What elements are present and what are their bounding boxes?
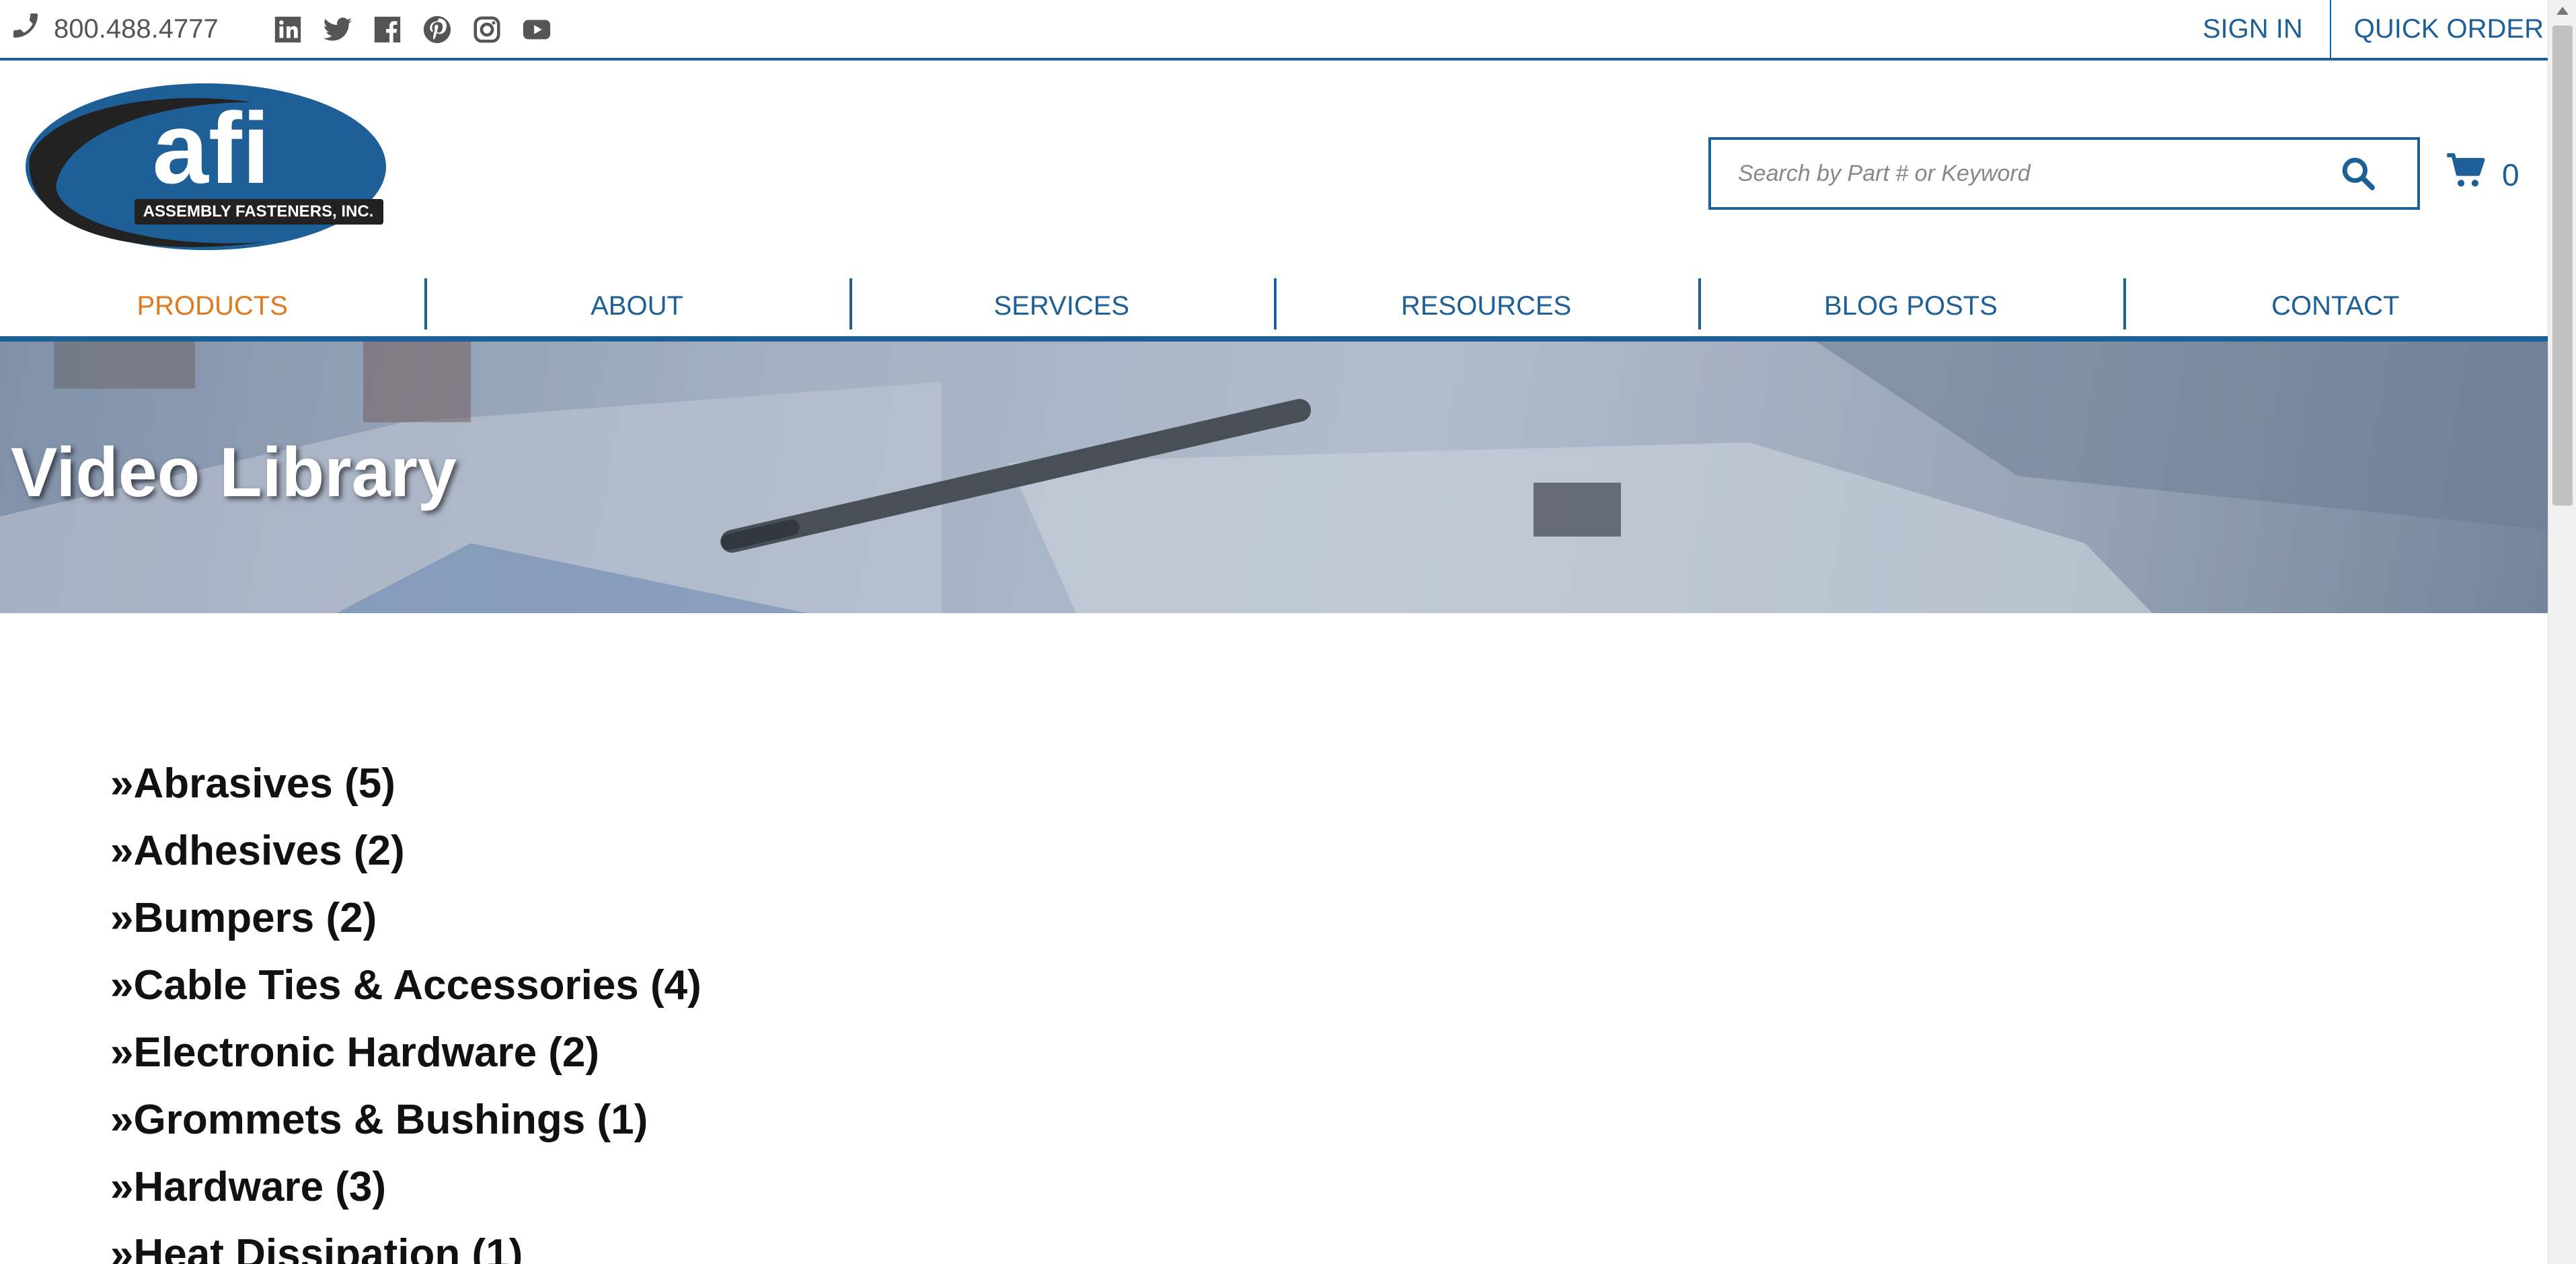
logo-text: afi: [152, 91, 270, 204]
nav-contact[interactable]: CONTACT: [2123, 276, 2548, 336]
page: 800.488.4777 SIGN IN QUICK ORDER afi ASS…: [0, 0, 2548, 1264]
youtube-icon[interactable]: [521, 13, 553, 46]
scrollbar-thumb[interactable]: [2552, 26, 2573, 506]
category-link-grommets[interactable]: »Grommets & Bushings (1): [110, 1088, 702, 1155]
hero-banner: Video Library: [0, 342, 2548, 613]
page-scrollbar[interactable]: [2548, 0, 2576, 1264]
phone-number: 800.488.4777: [54, 13, 219, 44]
shopping-cart-icon: [2446, 152, 2502, 197]
facebook-icon[interactable]: [371, 13, 404, 46]
video-category-list: »Abrasives (5) »Adhesives (2) »Bumpers (…: [110, 752, 702, 1264]
category-link-abrasives[interactable]: »Abrasives (5): [110, 752, 702, 819]
phone-icon: [9, 9, 54, 48]
logo-subtext: ASSEMBLY FASTENERS, INC.: [143, 202, 374, 221]
nav-divider: [0, 336, 2548, 342]
instagram-icon[interactable]: [471, 13, 503, 46]
nav-products[interactable]: PRODUCTS: [0, 276, 424, 336]
nav-blog-posts[interactable]: BLOG POSTS: [1698, 276, 2123, 336]
cart-count: 0: [2502, 157, 2520, 192]
search-input[interactable]: [1711, 143, 2337, 204]
category-link-hardware[interactable]: »Hardware (3): [110, 1155, 702, 1222]
account-links: SIGN IN QUICK ORDER: [2180, 0, 2548, 58]
page-title: Video Library: [11, 434, 457, 512]
search-icon[interactable]: [2337, 152, 2380, 195]
category-link-adhesives[interactable]: »Adhesives (2): [110, 819, 702, 886]
sign-in-link[interactable]: SIGN IN: [2180, 0, 2330, 58]
twitter-icon[interactable]: [321, 13, 354, 46]
nav-resources[interactable]: RESOURCES: [1273, 276, 1698, 336]
category-link-heat-dissipation[interactable]: »Heat Dissipation (1): [110, 1222, 702, 1264]
scroll-up-arrow-icon[interactable]: [2556, 7, 2569, 15]
cart-button[interactable]: 0: [2446, 152, 2520, 197]
top-bar: 800.488.4777 SIGN IN QUICK ORDER: [0, 0, 2548, 61]
category-link-electronic-hardware[interactable]: »Electronic Hardware (2): [110, 1021, 702, 1088]
afi-logo[interactable]: afi ASSEMBLY FASTENERS, INC.: [9, 82, 386, 261]
social-links: [272, 13, 553, 46]
category-link-bumpers[interactable]: »Bumpers (2): [110, 886, 702, 953]
phone-link[interactable]: 800.488.4777: [9, 12, 219, 46]
search-box: [1708, 137, 2420, 210]
linkedin-icon[interactable]: [272, 13, 304, 46]
category-link-cable-ties[interactable]: »Cable Ties & Accessories (4): [110, 953, 702, 1021]
nav-about[interactable]: ABOUT: [424, 276, 849, 336]
pinterest-icon[interactable]: [421, 13, 453, 46]
nav-services[interactable]: SERVICES: [849, 276, 1274, 336]
quick-order-link[interactable]: QUICK ORDER: [2331, 0, 2548, 58]
main-nav: PRODUCTS ABOUT SERVICES RESOURCES BLOG P…: [0, 276, 2548, 336]
